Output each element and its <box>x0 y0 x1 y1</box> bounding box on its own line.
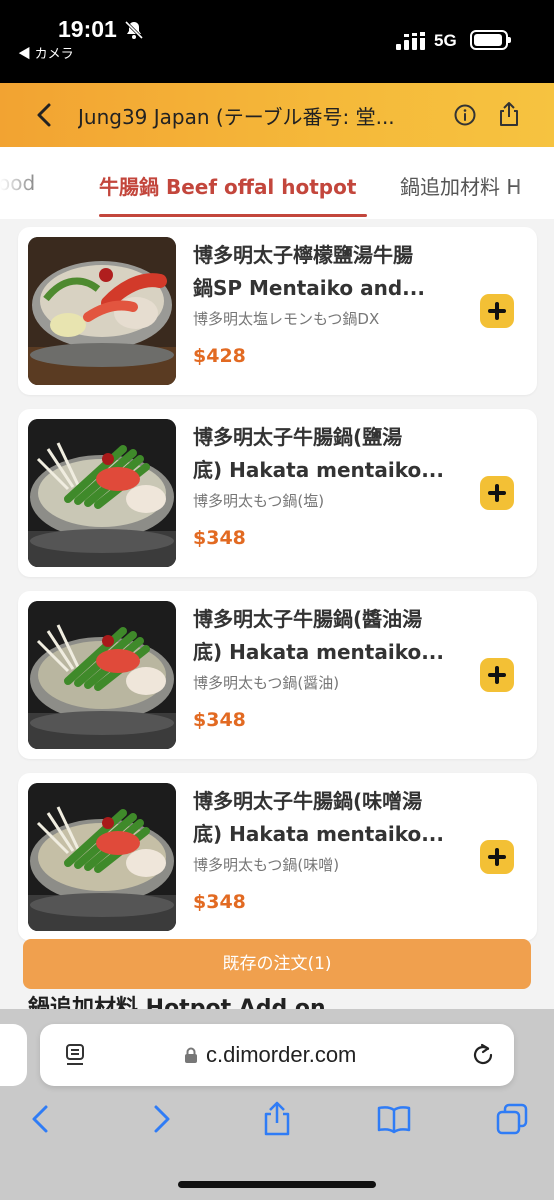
bookmarks-icon[interactable] <box>376 1101 412 1137</box>
address-bar[interactable]: c.dimorder.com <box>40 1024 514 1086</box>
menu-item-subtitle: 博多明太もつ鍋(醤油) <box>193 674 340 692</box>
menu-item-name: 博多明太子牛腸鍋(鹽湯 底) Hakata mentaiko... <box>193 425 445 482</box>
tab-fade-left <box>0 147 40 219</box>
menu-item-subtitle: 博多明太もつ鍋(塩) <box>193 492 325 510</box>
silent-bell-icon <box>124 20 144 40</box>
lock-icon <box>185 1047 197 1063</box>
menu-item-price: $428 <box>193 345 246 367</box>
add-to-cart-button[interactable] <box>480 294 514 328</box>
browser-back-icon[interactable] <box>24 1101 60 1137</box>
browser-toolbar: c.dimorder.com <box>0 1009 554 1200</box>
battery-icon <box>470 30 511 50</box>
signal-icon <box>396 32 426 50</box>
url-text: c.dimorder.com <box>206 1042 357 1067</box>
browser-forward-icon[interactable] <box>142 1101 178 1137</box>
restaurant-title: Jung39 Japan (テーブル番号: 堂... <box>78 105 395 129</box>
info-icon[interactable] <box>454 104 476 126</box>
menu-item-price: $348 <box>193 709 246 731</box>
page-menu-icon[interactable] <box>64 1043 86 1067</box>
tab-hotpot-add-on[interactable]: 鍋追加材料 H <box>400 171 521 200</box>
menu-item-card[interactable]: 博多明太子牛腸鍋(醬油湯 底) Hakata mentaiko... 博多明太も… <box>18 591 537 759</box>
add-to-cart-button[interactable] <box>480 840 514 874</box>
browser-share-icon[interactable] <box>259 1101 295 1137</box>
menu-item-subtitle: 博多明太塩レモンもつ鍋DX <box>193 310 380 328</box>
menu-item-card[interactable]: 博多明太子牛腸鍋(鹽湯 底) Hakata mentaiko... 博多明太もつ… <box>18 409 537 577</box>
tabs-icon[interactable] <box>494 1101 530 1137</box>
menu-item-name: 博多明太子牛腸鍋(醬油湯 底) Hakata mentaiko... <box>193 607 445 664</box>
share-icon[interactable] <box>498 101 520 127</box>
add-to-cart-button[interactable] <box>480 476 514 510</box>
existing-orders-button[interactable]: 既存の注文(1) <box>23 939 531 989</box>
menu-item-card[interactable]: 博多明太子檸檬鹽湯牛腸 鍋SP Mentaiko and... 博多明太塩レモン… <box>18 227 537 395</box>
back-to-app-link[interactable]: ◀ カメラ <box>18 43 74 62</box>
home-indicator <box>178 1181 376 1188</box>
status-bar: 19:01 ◀ カメラ 5G <box>0 0 554 83</box>
network-label: 5G <box>434 31 457 50</box>
menu-item-photo <box>28 237 176 385</box>
active-tab-indicator <box>99 214 367 217</box>
menu-list: 博多明太子檸檬鹽湯牛腸 鍋SP Mentaiko and... 博多明太塩レモン… <box>0 219 554 1009</box>
menu-item-subtitle: 博多明太もつ鍋(味噌) <box>193 856 340 874</box>
status-time: 19:01 <box>58 16 117 42</box>
tab-beef-offal-hotpot[interactable]: 牛腸鍋 Beef offal hotpot <box>99 171 356 200</box>
menu-item-name: 博多明太子檸檬鹽湯牛腸 鍋SP Mentaiko and... <box>193 243 425 300</box>
menu-item-name: 博多明太子牛腸鍋(味噌湯 底) Hakata mentaiko... <box>193 789 445 846</box>
menu-item-photo <box>28 601 176 749</box>
reload-icon[interactable] <box>470 1042 496 1068</box>
category-tabs: ood 牛腸鍋 Beef offal hotpot 鍋追加材料 H <box>0 147 554 219</box>
menu-item-photo <box>28 783 176 931</box>
menu-item-photo <box>28 419 176 567</box>
menu-item-price: $348 <box>193 891 246 913</box>
back-icon[interactable] <box>32 101 58 129</box>
menu-item-card[interactable]: 博多明太子牛腸鍋(味噌湯 底) Hakata mentaiko... 博多明太も… <box>18 773 537 941</box>
previous-tab-card[interactable] <box>0 1024 27 1086</box>
menu-item-price: $348 <box>193 527 246 549</box>
add-to-cart-button[interactable] <box>480 658 514 692</box>
tab-fade-right <box>514 147 554 219</box>
app-header: Jung39 Japan (テーブル番号: 堂... <box>0 83 554 147</box>
